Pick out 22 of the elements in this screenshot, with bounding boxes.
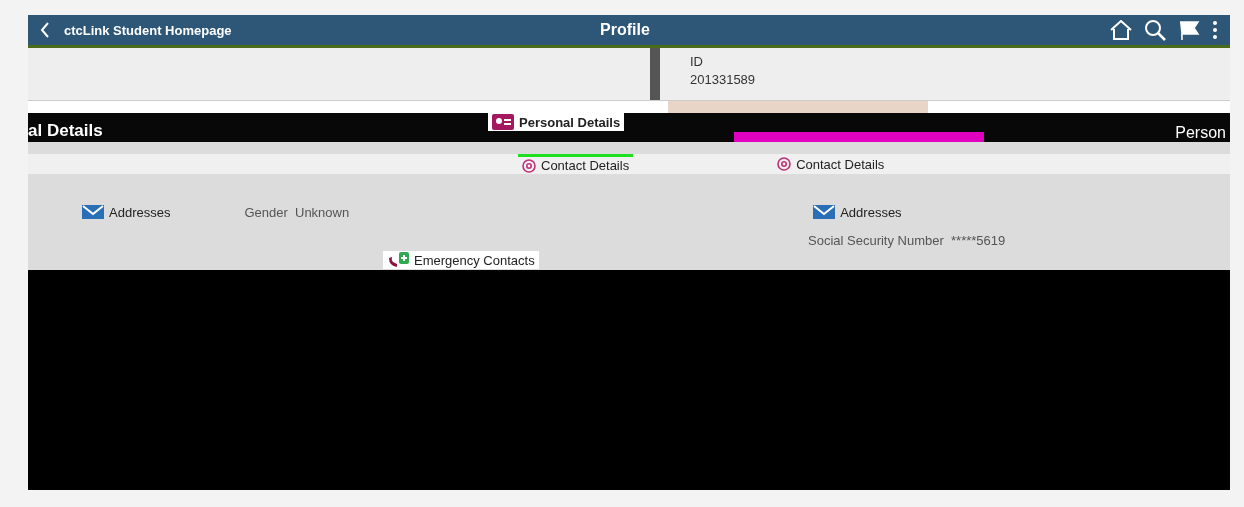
menu-icon[interactable]	[1212, 20, 1218, 40]
phone-plus-icon	[387, 252, 409, 268]
back-icon	[40, 22, 50, 38]
envelope-icon	[813, 205, 836, 219]
home-icon[interactable]	[1110, 20, 1132, 40]
nav-item[interactable]: Addresses	[809, 203, 906, 221]
envelope-icon	[82, 205, 104, 219]
page-title: Profile	[600, 21, 650, 39]
ssn-field: Social Security Number *****5619	[808, 232, 1006, 248]
nav-item[interactable]: Contact Details	[518, 154, 634, 174]
flag-icon[interactable]	[1178, 20, 1200, 40]
section-title: Person	[1175, 124, 1227, 142]
search-icon[interactable]	[1144, 19, 1166, 41]
id-value: 201331589	[690, 72, 756, 87]
back-link[interactable]: ctcLink Student Homepage	[40, 22, 600, 38]
section-title: al Details	[28, 121, 104, 142]
id-label: ID	[690, 54, 704, 69]
nav-item[interactable]: Personal Details	[488, 113, 625, 131]
gender-field: Gender Unknown	[244, 204, 350, 220]
divider-bar	[650, 48, 660, 100]
nav-item[interactable]: Addresses	[78, 203, 175, 221]
nav-item[interactable]: Contact Details	[773, 155, 889, 173]
